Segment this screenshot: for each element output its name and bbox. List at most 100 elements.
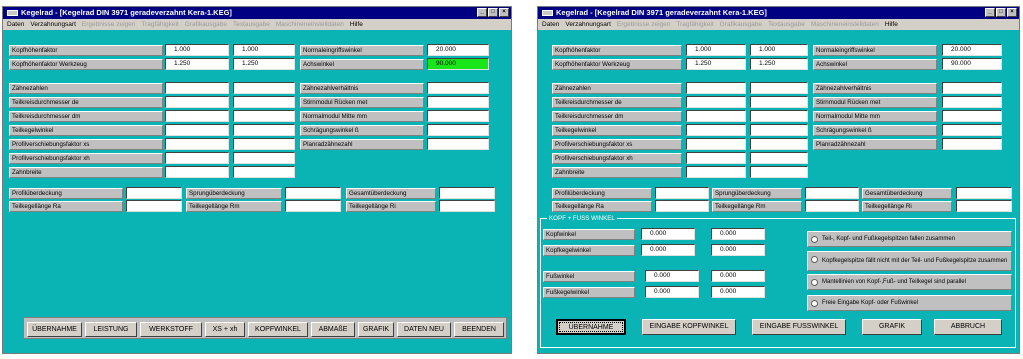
input-schraegungswinkel[interactable] (942, 124, 1002, 136)
uebernahme-button[interactable]: ÜBERNAHME (27, 322, 82, 337)
close-button[interactable]: × (1007, 8, 1017, 17)
menu-ergebnisse[interactable]: Ergebnisse zeigen (617, 19, 670, 30)
menu-grafikausgabe[interactable]: Grafikausgabe (720, 19, 762, 30)
kopfwinkel-button[interactable]: KOPFWINKEL (248, 322, 308, 337)
input-werkzeug-1[interactable]: 1.250 (165, 58, 229, 70)
leistung-button[interactable]: LEISTUNG (85, 322, 137, 337)
option-mantellinien-parallel[interactable]: Mantellinien von Kopf-,Fuß- und Teilkege… (807, 274, 1012, 290)
input-zaehnezahl-1[interactable] (686, 82, 746, 94)
grafik-button[interactable]: GRAFIK (358, 322, 394, 337)
input-zahnbreite-2[interactable] (750, 166, 808, 178)
input-kopfhoehenfaktor-1[interactable]: 1.000 (165, 44, 229, 56)
input-stirnmodul[interactable] (427, 96, 489, 108)
menu-tragfaehigkeit[interactable]: Tragfähigkeit (676, 19, 713, 30)
input-xh-1[interactable] (686, 152, 746, 164)
input-xs-2[interactable] (233, 138, 295, 150)
input-zaehnezahl-1[interactable] (165, 82, 229, 94)
menu-hilfe[interactable]: Hilfe (350, 19, 363, 30)
input-werkzeug-2[interactable]: 1.250 (233, 58, 295, 70)
label-planradzaehnezahl: Planradzähnezahl (300, 139, 424, 150)
menu-maschineneinstelldaten[interactable]: Maschineneinstelldaten (811, 19, 879, 30)
label-profilverschiebung-xs: Profilverschiebungsfaktor xs (552, 139, 682, 150)
menu-ergebnisse[interactable]: Ergebnisse zeigen (82, 19, 135, 30)
abmasse-button[interactable]: ABMAßE (311, 322, 355, 337)
value-dm-1 (165, 110, 229, 122)
menu-tragfaehigkeit[interactable]: Tragfähigkeit (141, 19, 178, 30)
menu-textausgabe[interactable]: Textausgabe (233, 19, 270, 30)
input-kopfhoehenfaktor-2[interactable]: 1.000 (233, 44, 295, 56)
input-stirnmodul[interactable] (942, 96, 1002, 108)
grafik-button[interactable]: GRAFIK (862, 319, 922, 335)
label-fusswinkel: Fußwinkel (543, 271, 635, 282)
title-bar: Kegelrad - [Kegelrad DIN 3971 geradeverz… (3, 7, 511, 19)
menu-textausgabe[interactable]: Textausgabe (768, 19, 805, 30)
menu-hilfe[interactable]: Hilfe (885, 19, 898, 30)
input-normaleingriffswinkel[interactable]: 20.000 (942, 44, 1002, 56)
value-de-2 (750, 96, 808, 108)
maximize-button[interactable]: □ (996, 8, 1006, 17)
input-normaleingriffswinkel[interactable]: 20.000 (427, 44, 489, 56)
radio-icon[interactable] (811, 279, 818, 286)
label-kopfhoehenfaktor: Kopfhöhenfaktor (9, 45, 163, 56)
eingabe-fusswinkel-button[interactable]: EINGABE FUSSWINKEL (752, 319, 846, 335)
input-zaehnezahl-2[interactable] (750, 82, 808, 94)
input-fusskegelwinkel-1[interactable]: 0.000 (645, 286, 699, 298)
menu-grafikausgabe[interactable]: Grafikausgabe (185, 19, 227, 30)
input-fusswinkel-1[interactable]: 0.000 (645, 270, 699, 282)
input-werkzeug-1[interactable]: 1.250 (686, 58, 746, 70)
input-xs-2[interactable] (750, 138, 808, 150)
label-teilkreisdurchmesser-de: Teilkreisdurchmesser de (9, 97, 163, 108)
input-kopfwinkel-1[interactable]: 0.000 (641, 228, 695, 240)
input-zaehnezahl-2[interactable] (233, 82, 295, 94)
input-werkzeug-2[interactable]: 1.250 (750, 58, 808, 70)
minimize-button[interactable]: _ (477, 8, 487, 17)
close-button[interactable]: × (499, 8, 509, 17)
radio-icon[interactable] (811, 300, 818, 307)
option-label: Teil-, Kopf- und Fußkegelspitzen fallen … (822, 235, 956, 242)
label-schraegungswinkel: Schrägungswinkel ß (813, 125, 937, 136)
menu-verzahnungsart[interactable]: Verzahnungsart (565, 19, 611, 30)
radio-icon[interactable] (811, 236, 818, 243)
label-gesamtueberdeckung: Gesamtüberdeckung (862, 188, 952, 199)
input-kopfhoehenfaktor-2[interactable]: 1.000 (750, 44, 808, 56)
input-zahnbreite-1[interactable] (165, 166, 229, 178)
label-achswinkel: Achswinkel (300, 59, 424, 70)
abbruch-button[interactable]: ABBRUCH (934, 319, 1002, 335)
input-fusswinkel-2[interactable]: 0.000 (711, 270, 765, 282)
daten-neu-button[interactable]: DATEN NEU (397, 322, 451, 337)
input-achswinkel[interactable]: 90.000 (427, 58, 489, 70)
input-kopfkegelwinkel-1[interactable]: 0.000 (641, 244, 695, 256)
input-kopfkegelwinkel-2[interactable]: 0.000 (711, 244, 765, 256)
input-kopfhoehenfaktor-1[interactable]: 1.000 (686, 44, 746, 56)
input-xh-1[interactable] (165, 152, 229, 164)
maximize-button[interactable]: □ (488, 8, 498, 17)
input-achswinkel[interactable]: 90.000 (942, 58, 1002, 70)
menu-daten[interactable]: Daten (7, 19, 24, 30)
werkstoff-button[interactable]: WERKSTOFF (140, 322, 202, 337)
input-fusskegelwinkel-2[interactable]: 0.000 (711, 286, 765, 298)
input-schraegungswinkel[interactable] (427, 124, 489, 136)
input-zahnbreite-1[interactable] (686, 166, 746, 178)
title-bar: Kegelrad - [Kegelrad DIN 3971 geradeverz… (538, 7, 1019, 19)
xs-xh-button[interactable]: XS + xh (205, 322, 245, 337)
app-icon (542, 10, 553, 16)
input-xs-1[interactable] (686, 138, 746, 150)
minimize-button[interactable]: _ (985, 8, 995, 17)
menu-maschineneinstelldaten[interactable]: Maschineneinstelldaten (276, 19, 344, 30)
input-xh-2[interactable] (233, 152, 295, 164)
beenden-button[interactable]: BEENDEN (454, 322, 504, 337)
eingabe-kopfwinkel-button[interactable]: EINGABE KOPFWINKEL (642, 319, 736, 335)
label-teilkreisdurchmesser-dm: Teilkreisdurchmesser dm (552, 111, 682, 122)
uebernahme-button[interactable]: ÜBERNAHME (556, 319, 626, 335)
menu-verzahnungsart[interactable]: Verzahnungsart (30, 19, 76, 30)
input-kopfwinkel-2[interactable]: 0.000 (711, 228, 765, 240)
option-freie-eingabe[interactable]: Freie Eingabe Kopf- oder Fußwinkel (807, 295, 1012, 311)
input-xs-1[interactable] (165, 138, 229, 150)
option-spitze-nicht-zusammen[interactable]: Kopfkegelspitze fällt nicht mit der Teil… (807, 251, 1012, 271)
option-spitzen-zusammen[interactable]: Teil-, Kopf- und Fußkegelspitzen fallen … (807, 231, 1012, 247)
radio-icon[interactable] (811, 256, 818, 263)
menu-daten[interactable]: Daten (542, 19, 559, 30)
input-zahnbreite-2[interactable] (233, 166, 295, 178)
label-profilueberdeckung: Profilüberdeckung (552, 188, 652, 199)
input-xh-2[interactable] (750, 152, 808, 164)
